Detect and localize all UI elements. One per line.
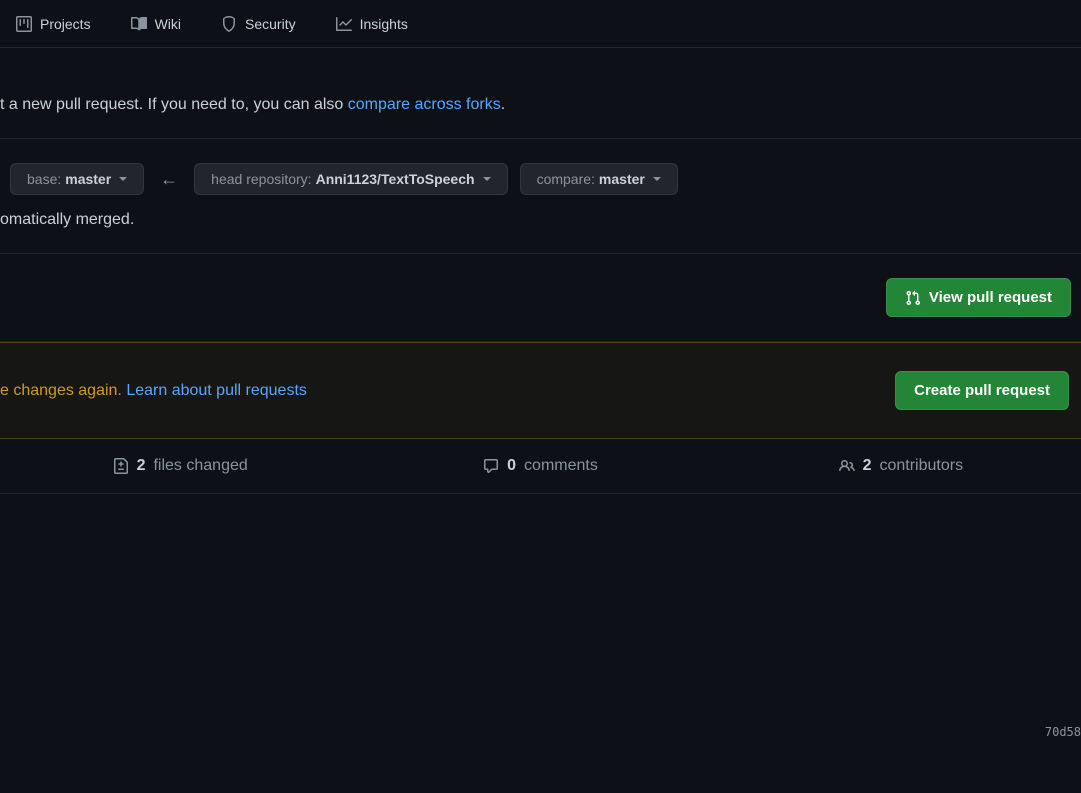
comment-icon bbox=[483, 458, 499, 474]
tab-security-label: Security bbox=[245, 16, 296, 32]
create-pr-notice: e changes again. Learn about pull reques… bbox=[0, 342, 1081, 439]
learn-about-pr-link[interactable]: Learn about pull requests bbox=[126, 382, 307, 399]
files-changed-stat[interactable]: 2 files changed bbox=[0, 457, 360, 475]
notice-text: e changes again. Learn about pull reques… bbox=[0, 382, 307, 400]
git-pull-request-icon bbox=[905, 290, 921, 306]
files-label: files changed bbox=[153, 457, 247, 475]
notice-orange-text: e changes again. bbox=[0, 382, 126, 399]
caret-down-icon bbox=[653, 177, 661, 181]
base-label: base: bbox=[27, 171, 61, 187]
project-icon bbox=[16, 16, 32, 32]
files-count: 2 bbox=[137, 457, 146, 475]
compare-value: master bbox=[599, 171, 645, 187]
create-pull-request-button[interactable]: Create pull request bbox=[895, 371, 1069, 410]
base-branch-select[interactable]: base: master bbox=[10, 163, 144, 195]
head-repo-label: head repository: bbox=[211, 171, 311, 187]
range-editor: base: master ← head repository: Anni1123… bbox=[0, 138, 1081, 254]
tab-insights[interactable]: Insights bbox=[320, 8, 424, 40]
view-pull-request-button[interactable]: View pull request bbox=[886, 278, 1071, 317]
tab-wiki[interactable]: Wiki bbox=[115, 8, 197, 40]
tab-projects[interactable]: Projects bbox=[0, 8, 107, 40]
tab-security[interactable]: Security bbox=[205, 8, 312, 40]
contributors-stat[interactable]: 2 contributors bbox=[721, 457, 1081, 475]
compare-label: compare: bbox=[537, 171, 595, 187]
intro-text-prefix: t a new pull request. If you need to, yo… bbox=[0, 96, 348, 113]
diff-stats-row: 2 files changed 0 comments 2 contributor… bbox=[0, 439, 1081, 494]
compare-branch-select[interactable]: compare: master bbox=[520, 163, 678, 195]
head-repo-select[interactable]: head repository: Anni1123/TextToSpeech bbox=[194, 163, 507, 195]
people-icon bbox=[839, 458, 855, 474]
head-repo-value: Anni1123/TextToSpeech bbox=[316, 171, 475, 187]
caret-down-icon bbox=[119, 177, 127, 181]
compare-intro: t a new pull request. If you need to, yo… bbox=[0, 48, 1081, 138]
intro-text-suffix: . bbox=[501, 96, 505, 113]
comments-count: 0 bbox=[507, 457, 516, 475]
commit-sha[interactable]: 70d58 bbox=[1045, 725, 1081, 739]
view-pr-row: View pull request bbox=[0, 254, 1081, 342]
range-row: base: master ← head repository: Anni1123… bbox=[0, 163, 1081, 195]
tab-wiki-label: Wiki bbox=[155, 16, 181, 32]
arrow-left-icon: ← bbox=[156, 169, 182, 190]
graph-icon bbox=[336, 16, 352, 32]
tab-insights-label: Insights bbox=[360, 16, 408, 32]
merge-status-text: omatically merged. bbox=[0, 211, 1081, 229]
tab-projects-label: Projects bbox=[40, 16, 91, 32]
contributors-count: 2 bbox=[863, 457, 872, 475]
file-diff-icon bbox=[113, 458, 129, 474]
shield-icon bbox=[221, 16, 237, 32]
contributors-label: contributors bbox=[879, 457, 963, 475]
view-pr-label: View pull request bbox=[929, 289, 1052, 306]
comments-label: comments bbox=[524, 457, 598, 475]
compare-across-forks-link[interactable]: compare across forks bbox=[348, 96, 501, 113]
caret-down-icon bbox=[483, 177, 491, 181]
create-pr-label: Create pull request bbox=[914, 382, 1050, 399]
comments-stat[interactable]: 0 comments bbox=[360, 457, 720, 475]
repo-tabnav: Projects Wiki Security Insights bbox=[0, 0, 1081, 48]
base-value: master bbox=[65, 171, 111, 187]
book-icon bbox=[131, 16, 147, 32]
